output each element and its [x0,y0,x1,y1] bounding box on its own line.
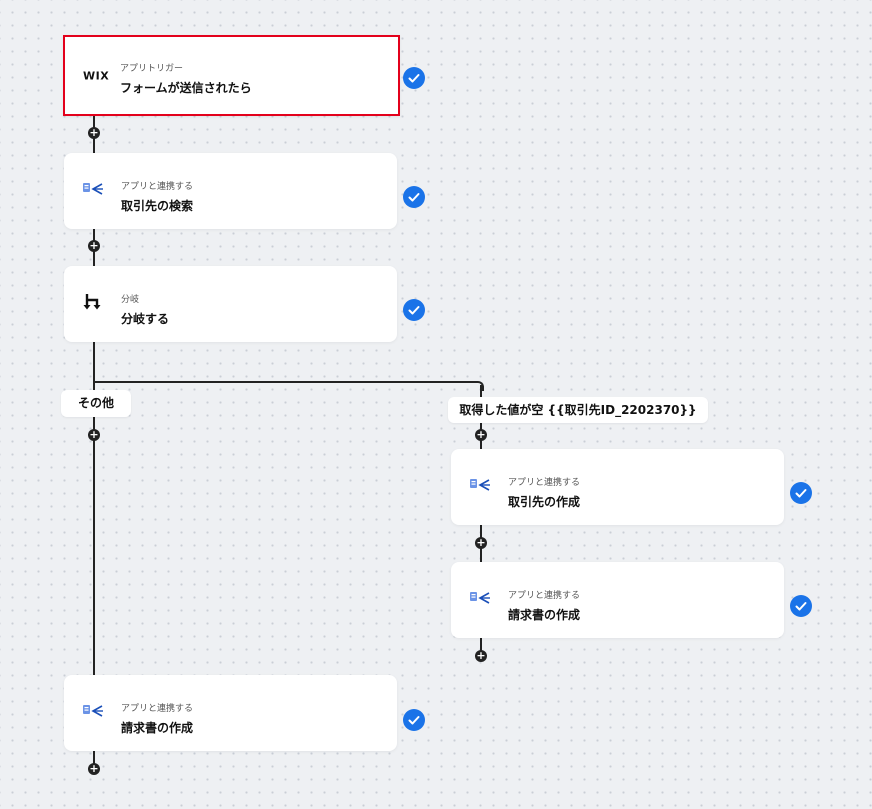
card-category: アプリと連携する [121,182,194,192]
plus-icon: + [89,762,99,775]
wix-logo: WIX [83,69,110,82]
card-category: アプリトリガー [120,64,184,74]
connector-line [93,657,95,675]
check-circle-icon [403,299,425,321]
connector-corner [474,381,484,391]
workflow-canvas: + + + + + + + WIX アプリトリガー フォームが送信されたら アプ… [0,0,872,809]
card-category: アプリと連携する [508,591,581,601]
add-step-button[interactable]: + [88,127,100,139]
plus-icon: + [476,649,486,662]
card-category: 分岐 [121,295,140,305]
create-invoice-branch-card[interactable]: アプリと連携する 請求書の作成 [451,562,784,638]
add-step-button[interactable]: + [475,537,487,549]
branch-card[interactable]: 分岐 分岐する [64,266,397,342]
plus-icon: + [89,239,99,252]
connector-line [93,342,95,382]
card-title: 分岐する [121,312,170,326]
add-step-button[interactable]: + [88,240,100,252]
plus-icon: + [476,536,486,549]
connector-line [93,381,478,383]
check-circle-icon [790,482,812,504]
create-account-card[interactable]: アプリと連携する 取引先の作成 [451,449,784,525]
accounting-app-icon [82,181,104,201]
add-step-button[interactable]: + [475,429,487,441]
accounting-app-icon [469,477,491,497]
plus-icon: + [476,428,486,441]
create-invoice-main-card[interactable]: アプリと連携する 請求書の作成 [64,675,397,751]
search-account-card[interactable]: アプリと連携する 取引先の検索 [64,153,397,229]
check-circle-icon [403,709,425,731]
card-title: 取引先の作成 [508,495,581,509]
card-category: アプリと連携する [121,704,194,714]
accounting-app-icon [82,703,104,723]
check-circle-icon [403,186,425,208]
add-step-button[interactable]: + [88,429,100,441]
branch-icon [82,291,104,317]
trigger-card[interactable]: WIX アプリトリガー フォームが送信されたら [63,35,400,116]
card-title: 請求書の作成 [508,608,581,622]
check-circle-icon [403,67,425,89]
plus-icon: + [89,428,99,441]
card-title: 請求書の作成 [121,721,194,735]
check-circle-icon [790,595,812,617]
card-title: フォームが送信されたら [120,81,252,95]
plus-icon: + [89,126,99,139]
card-category: アプリと連携する [508,478,581,488]
connector-line [93,417,95,657]
card-title: 取引先の検索 [121,199,194,213]
add-step-button[interactable]: + [475,650,487,662]
branch-label-other[interactable]: その他 [61,390,131,417]
add-step-button[interactable]: + [88,763,100,775]
accounting-app-icon [469,590,491,610]
branch-label-condition[interactable]: 取得した値が空 {{取引先ID_2202370}} [448,397,708,423]
